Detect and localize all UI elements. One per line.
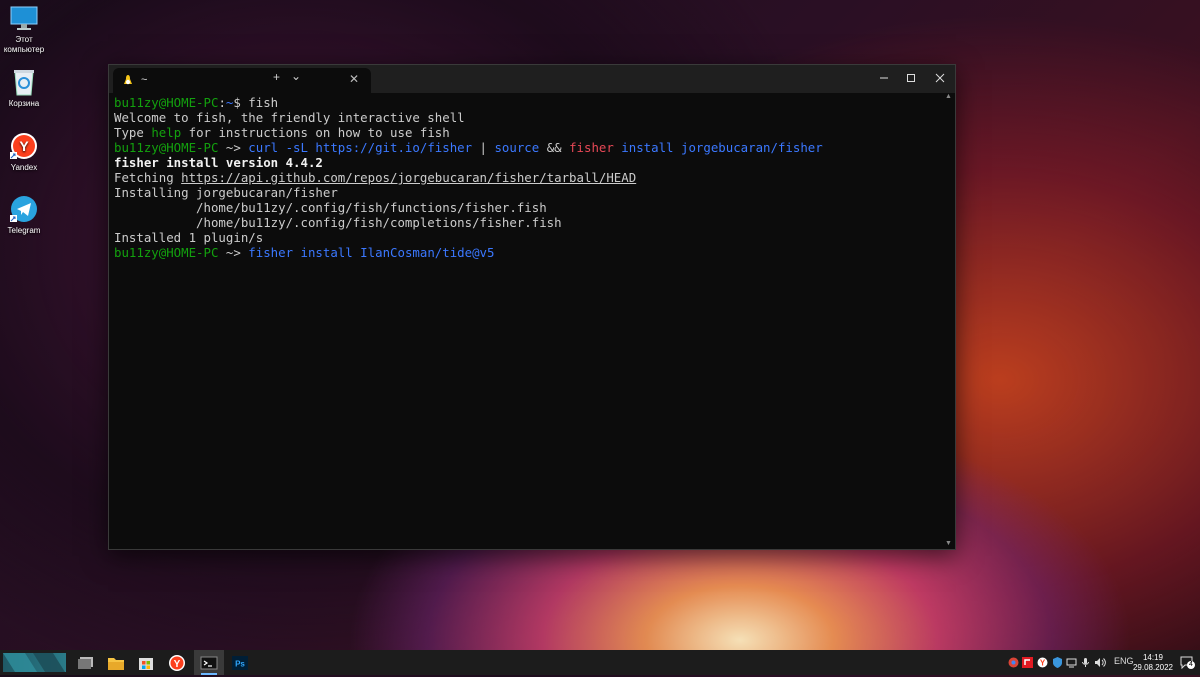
terminal-text-segment: fisher install version 4.4.2: [114, 155, 323, 170]
terminal-text-segment: fisher: [569, 140, 614, 155]
clock-time: 14:19: [1142, 653, 1164, 662]
terminal-text-segment: /home/bu11zy/.config/fish/functions/fish…: [114, 200, 547, 215]
terminal-text-segment: help: [151, 125, 182, 140]
terminal-line: bu11zy@HOME-PC ~> curl -sL https://git.i…: [114, 140, 940, 155]
tab-dropdown-button[interactable]: ⌄: [291, 69, 301, 83]
microphone-tray-icon[interactable]: [1080, 657, 1091, 668]
terminal-text-segment: Type: [114, 125, 152, 140]
title-bar[interactable]: ~ ✕ + ⌄: [109, 65, 955, 93]
close-icon[interactable]: [931, 70, 949, 86]
yandex-browser-icon[interactable]: Y: [167, 653, 187, 673]
volume-tray-icon[interactable]: [1094, 657, 1106, 668]
svg-text:Ps: Ps: [235, 660, 245, 669]
start-button[interactable]: [3, 653, 66, 672]
linux-penguin-icon: [124, 75, 132, 85]
tab-title: ~: [141, 74, 148, 86]
terminal-line: bu11zy@HOME-PC:~$ fish: [114, 95, 940, 110]
scroll-down-icon[interactable]: ▼: [945, 540, 952, 547]
terminal-text-segment: source: [494, 140, 540, 155]
chrome-tray-icon[interactable]: [1008, 657, 1019, 668]
terminal-text-segment: install IlanCosman/tide@v5: [293, 245, 495, 260]
clock[interactable]: 14:19 29.08.2022: [1128, 653, 1178, 673]
terminal-output[interactable]: bu11zy@HOME-PC:~$ fish Welcome to fish, t…: [114, 95, 940, 543]
terminal-line: /home/bu11zy/.config/fish/functions/fish…: [114, 200, 940, 215]
windows-terminal-icon: [200, 656, 218, 670]
desktop-icon-recycle-bin[interactable]: Корзина: [2, 68, 46, 109]
desktop-icon-label: Этот компьютер: [3, 35, 45, 54]
terminal-line: Type help for instructions on how to use…: [114, 125, 940, 140]
terminal-text-segment: install jorgebucaran/fisher: [613, 140, 823, 155]
tab-linux-shell[interactable]: ~ ✕: [113, 68, 371, 93]
terminal-text-segment: &&: [539, 140, 570, 155]
telegram-icon: [10, 196, 37, 222]
windows-security-tray-icon[interactable]: [1052, 657, 1063, 668]
amd-tray-icon[interactable]: [1022, 657, 1033, 668]
notification-center-button[interactable]: 4: [1180, 656, 1195, 670]
network-tray-icon[interactable]: [1066, 657, 1077, 668]
file-explorer-icon[interactable]: [106, 653, 126, 673]
taskbar-active-app[interactable]: [194, 650, 224, 675]
terminal-text-segment: ~>: [218, 245, 249, 260]
scroll-up-icon[interactable]: ▲: [945, 93, 952, 100]
svg-text:Y: Y: [174, 659, 181, 670]
terminal-line: bu11zy@HOME-PC ~> fisher install IlanCos…: [114, 245, 940, 260]
terminal-text-segment: /home/bu11zy/.config/fish/completions/fi…: [114, 215, 562, 230]
clock-date: 29.08.2022: [1132, 663, 1174, 672]
terminal-text-segment: :: [218, 95, 226, 110]
terminal-line: Installing jorgebucaran/fisher: [114, 185, 940, 200]
task-view-icon[interactable]: [76, 653, 96, 673]
maximize-icon[interactable]: [902, 70, 920, 86]
vertical-scrollbar[interactable]: ▲ ▼: [945, 93, 953, 547]
terminal-line: Installed 1 plugin/s: [114, 230, 940, 245]
terminal-text-segment: Installed 1 plugin/s: [114, 230, 264, 245]
taskbar: Y Ps Y ENG 14:19 29.08.2022 4: [0, 650, 1200, 675]
desktop-icon-yandex[interactable]: Y Yandex: [2, 132, 46, 173]
terminal-window[interactable]: ~ ✕ + ⌄ bu11zy@HOME-PC:~$ fish Welcome to…: [108, 64, 956, 550]
terminal-text-segment: $ fish: [233, 95, 279, 110]
yandex-browser-icon: Y: [10, 133, 37, 159]
terminal-line: Welcome to fish, the friendly interactiv…: [114, 110, 940, 125]
yandex-tray-icon[interactable]: Y: [1037, 657, 1048, 668]
terminal-line: fisher install version 4.4.2: [114, 155, 940, 170]
svg-text:Y: Y: [1040, 659, 1046, 668]
photoshop-icon[interactable]: Ps: [230, 653, 250, 673]
this-pc-icon: [10, 6, 38, 30]
desktop-icon-telegram[interactable]: Telegram: [2, 195, 46, 236]
terminal-text-segment: https://api.github.com/repos/jorgebucara…: [181, 170, 637, 185]
recycle-bin-icon: [14, 70, 34, 96]
terminal-text-segment: for instructions on how to use fish: [181, 125, 450, 140]
tab-close-icon[interactable]: ✕: [349, 72, 359, 86]
terminal-line: /home/bu11zy/.config/fish/completions/fi…: [114, 215, 940, 230]
terminal-text-segment: fisher: [248, 245, 294, 260]
notification-badge: 4: [1187, 661, 1195, 669]
minimize-icon[interactable]: [875, 70, 893, 86]
terminal-text-segment: Installing jorgebucaran/fisher: [114, 185, 338, 200]
terminal-text-segment: |: [472, 140, 495, 155]
terminal-text-segment: Fetching: [114, 170, 182, 185]
desktop-icon-label: Telegram: [7, 226, 41, 235]
terminal-text-segment: Welcome to fish, the friendly interactiv…: [114, 110, 465, 125]
svg-text:Y: Y: [19, 138, 29, 154]
terminal-text-segment: ~>: [218, 140, 249, 155]
desktop-icon-label: Yandex: [10, 163, 38, 172]
terminal-text-segment: bu11zy@HOME-PC: [114, 140, 219, 155]
terminal-line: Fetching https://api.github.com/repos/jo…: [114, 170, 940, 185]
terminal-text-segment: bu11zy@HOME-PC: [114, 245, 219, 260]
start-logo-icon: [3, 653, 65, 672]
desktop-icon-label: Корзина: [8, 99, 40, 108]
new-tab-button[interactable]: +: [273, 70, 280, 84]
terminal-text-segment: bu11zy@HOME-PC: [114, 95, 219, 110]
terminal-text-segment: curl -sL https://git.io/fisher: [248, 140, 473, 155]
microsoft-store-icon[interactable]: [136, 653, 156, 673]
desktop-icon-this-pc[interactable]: Этот компьютер: [2, 6, 46, 55]
